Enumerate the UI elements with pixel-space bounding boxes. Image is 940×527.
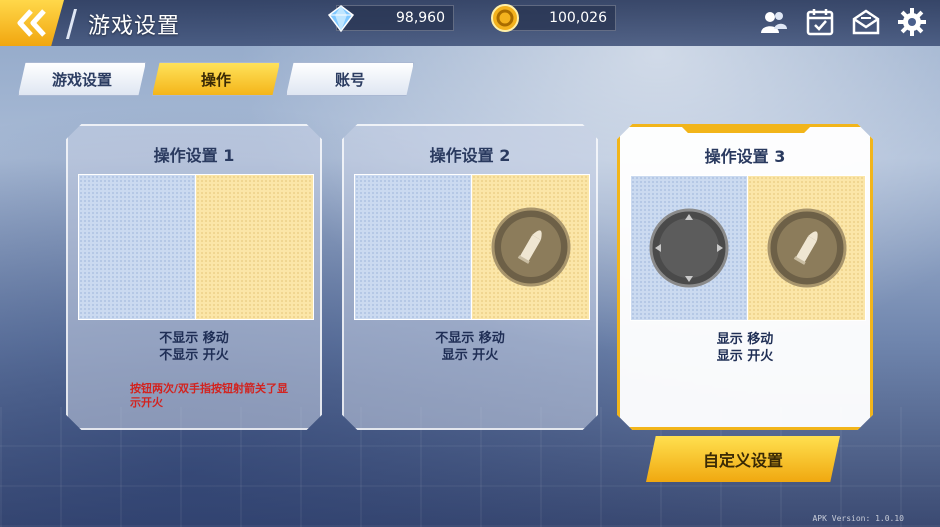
title-bracket	[65, 9, 87, 39]
page-title: 游戏设置	[88, 14, 181, 39]
double-chevron-left-icon	[17, 9, 46, 37]
card-title: 操作设置 3	[704, 147, 786, 166]
layout-status: 不显示 移动 不显示 开火	[68, 330, 320, 364]
move-zone	[355, 175, 472, 319]
coin-icon	[489, 2, 521, 34]
diamond-icon	[325, 2, 357, 34]
control-layout-card-2[interactable]: 操作设置 2 不显示 移动 显示 开火	[342, 124, 598, 430]
card-title: 操作设置 2	[429, 146, 511, 165]
layout-note: 按钮两次/双手指按钮射箭关了显示开火	[130, 382, 289, 409]
fire-status: 显示 开火	[441, 348, 499, 363]
fire-status: 显示 开火	[716, 349, 774, 364]
control-layout-card-3[interactable]: 操作设置 3 显示 移动 显示 开火	[617, 124, 873, 430]
coin-counter: 100,026	[491, 4, 616, 32]
fire-bullet-icon	[490, 206, 572, 288]
custom-settings-button[interactable]: 自定义设置	[646, 436, 840, 482]
fire-zone	[196, 175, 313, 319]
page-title-box: 游戏设置	[65, 4, 195, 44]
move-status: 不显示 移动	[159, 331, 229, 346]
version-label: APK Version: 1.0.10	[812, 514, 904, 523]
mail-icon[interactable]	[848, 4, 884, 40]
friends-icon[interactable]	[756, 4, 792, 40]
top-icon-group	[756, 4, 930, 40]
tab-controls[interactable]: 操作	[152, 62, 280, 96]
move-status: 显示 移动	[716, 332, 774, 347]
layout-status: 不显示 移动 显示 开火	[344, 330, 596, 364]
move-zone	[631, 176, 748, 320]
joystick-icon	[648, 207, 730, 289]
move-zone	[79, 175, 196, 319]
gem-counter: 98,960	[327, 5, 454, 33]
top-bar: 游戏设置 98,960 100,026	[0, 0, 940, 46]
selected-indicator	[680, 125, 812, 133]
layout-preview	[354, 174, 590, 320]
move-status: 不显示 移动	[435, 331, 505, 346]
settings-tabs: 游戏设置 操作 账号	[18, 62, 414, 96]
layout-preview	[630, 175, 866, 321]
layout-status: 显示 移动 显示 开火	[620, 331, 870, 365]
settings-gear-icon[interactable]	[894, 4, 930, 40]
control-layout-card-1[interactable]: 操作设置 1 不显示 移动 不显示 开火 按钮两次/双手指按钮射箭关了显示开火	[66, 124, 322, 430]
layout-preview	[78, 174, 314, 320]
back-button[interactable]	[0, 0, 64, 46]
fire-status: 不显示 开火	[159, 348, 229, 363]
fire-bullet-icon	[766, 207, 848, 289]
fire-zone	[472, 175, 589, 319]
tab-account[interactable]: 账号	[286, 62, 414, 96]
gem-amount: 98,960	[396, 10, 445, 26]
checkin-calendar-icon[interactable]	[802, 4, 838, 40]
tab-game-settings[interactable]: 游戏设置	[18, 62, 146, 96]
card-title: 操作设置 1	[153, 146, 235, 165]
coin-amount: 100,026	[549, 10, 607, 26]
fire-zone	[748, 176, 865, 320]
